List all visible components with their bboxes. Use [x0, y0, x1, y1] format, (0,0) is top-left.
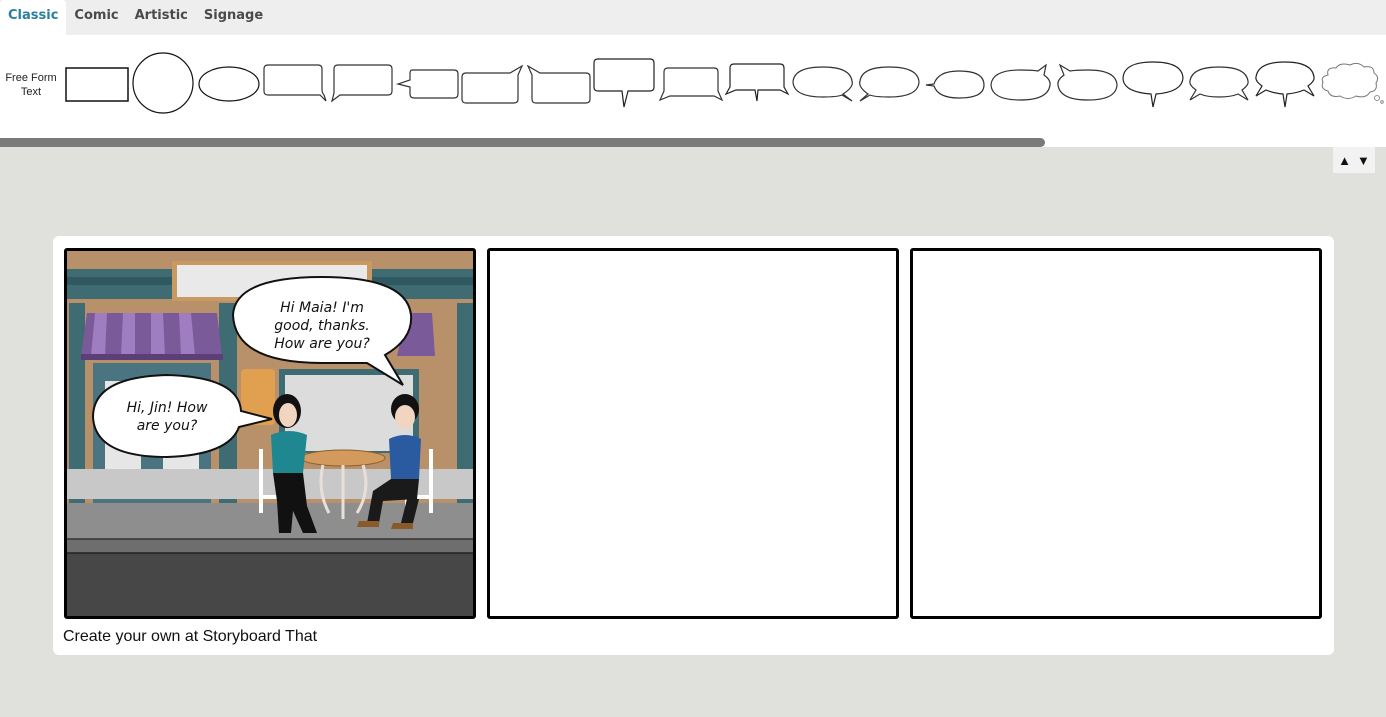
cafe-table [300, 449, 386, 467]
shape-ellipse[interactable] [196, 65, 262, 105]
shape-shelf: Free Form Text [0, 35, 1386, 147]
style-tabbar: Classic Comic Artistic Signage [0, 0, 1386, 35]
shape-oval-two-tails[interactable] [1186, 63, 1252, 105]
shape-rounded-rect-two-tails[interactable] [658, 65, 724, 105]
tab-comic[interactable]: Comic [66, 0, 126, 35]
free-form-text-button[interactable]: Free Form Text [2, 71, 60, 99]
bubble-jin-line-1: Hi Maia! I'm [280, 300, 364, 316]
shape-rounded-rect-tail-top-right[interactable] [460, 65, 526, 105]
storyboard-cell-3[interactable] [910, 248, 1322, 619]
shape-rectangle[interactable] [64, 65, 130, 103]
tab-classic[interactable]: Classic [0, 0, 67, 35]
bubble-maia-line-2: are you? [137, 418, 198, 434]
shelf-scrollbar-thumb[interactable] [0, 138, 1045, 147]
shape-rounded-rect-tail-bottom-left[interactable] [328, 63, 394, 105]
scroll-up-icon[interactable]: ▲ [1338, 154, 1351, 167]
cafe-scene: Hi Maia! I'm good, thanks. How are you? … [67, 251, 473, 616]
storyboard-cell-1[interactable]: Hi Maia! I'm good, thanks. How are you? … [64, 248, 476, 619]
shape-oval-three-tails[interactable] [1252, 59, 1318, 109]
shape-thought-cloud[interactable] [1318, 61, 1386, 107]
shape-oval-tail-bottom-center[interactable] [1120, 59, 1186, 109]
shape-rounded-rect-tail-bottom-right[interactable] [262, 63, 328, 105]
shape-oval-tail-top-right[interactable] [988, 63, 1054, 105]
shape-rounded-rect-three-tails[interactable] [724, 61, 790, 107]
shape-oval-tail-left[interactable] [922, 67, 988, 103]
bubble-maia-line-1: Hi, Jin! How [127, 400, 208, 416]
scroll-down-icon[interactable]: ▼ [1357, 154, 1370, 167]
shape-oval-tail-bottom-right[interactable] [790, 63, 856, 105]
storyboard-cell-2[interactable] [487, 248, 899, 619]
scroll-controls: ▲ ▼ [1333, 147, 1375, 173]
awning-valance [81, 354, 223, 360]
tab-artistic[interactable]: Artistic [127, 0, 196, 35]
tab-signage[interactable]: Signage [196, 0, 271, 35]
storyboard-credit: Create your own at Storyboard That [63, 628, 318, 645]
storyboard: Hi Maia! I'm good, thanks. How are you? … [53, 236, 1334, 655]
shape-oval-tail-bottom-left[interactable] [856, 63, 922, 105]
bubble-jin-line-2: good, thanks. [274, 318, 369, 334]
street [67, 553, 473, 616]
shape-oval-tail-top-left[interactable] [1054, 63, 1120, 105]
shape-rounded-rect-tail-left[interactable] [394, 67, 460, 103]
bubble-jin-line-3: How are you? [274, 336, 370, 352]
shape-rounded-rect-tail-top-left[interactable] [526, 65, 592, 105]
shape-circle[interactable] [130, 51, 196, 117]
shape-rounded-rect-tail-bottom-center[interactable] [592, 57, 658, 109]
